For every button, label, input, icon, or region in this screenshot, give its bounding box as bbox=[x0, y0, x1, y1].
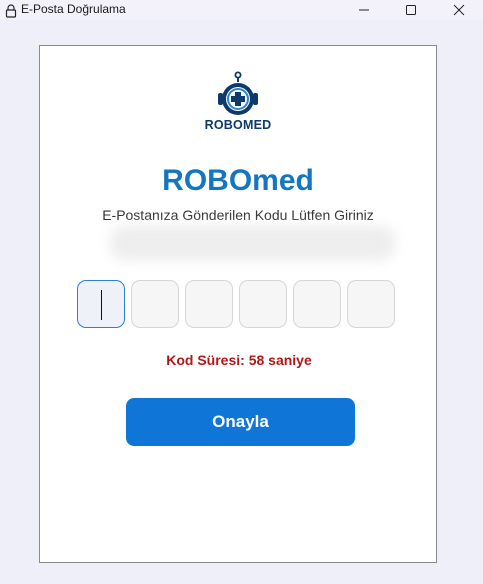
code-digit-input-2[interactable] bbox=[131, 280, 179, 328]
minimize-icon bbox=[359, 9, 369, 11]
redacted-email bbox=[110, 226, 395, 260]
code-digit-input-6[interactable] bbox=[347, 280, 395, 328]
logo-text: ROBOMED bbox=[204, 118, 272, 132]
maximize-icon bbox=[406, 5, 416, 15]
code-timer-text: Kod Süresi: 58 saniye bbox=[166, 352, 312, 368]
app-name-heading: ROBOmed bbox=[162, 164, 314, 197]
window-titlebar: E-Posta Doğrulama bbox=[0, 0, 483, 20]
confirm-button[interactable]: Onayla bbox=[126, 398, 355, 446]
instruction-text: E-Postanıza Gönderilen Kodu Lütfen Girin… bbox=[102, 207, 374, 222]
robot-medical-cross-icon bbox=[218, 71, 258, 115]
close-button[interactable] bbox=[436, 0, 482, 20]
verification-card: ROBOMED ROBOmed E-Postanıza Gönderilen K… bbox=[39, 45, 437, 563]
window-title: E-Posta Doğrulama bbox=[21, 2, 126, 16]
lock-icon bbox=[5, 3, 17, 18]
text-caret bbox=[101, 290, 102, 320]
minimize-button[interactable] bbox=[341, 0, 387, 20]
code-digit-input-1[interactable] bbox=[77, 280, 125, 328]
code-digit-input-3[interactable] bbox=[185, 280, 233, 328]
maximize-button[interactable] bbox=[388, 0, 434, 20]
code-digit-input-4[interactable] bbox=[239, 280, 287, 328]
close-icon bbox=[453, 4, 465, 16]
code-digit-input-5[interactable] bbox=[293, 280, 341, 328]
